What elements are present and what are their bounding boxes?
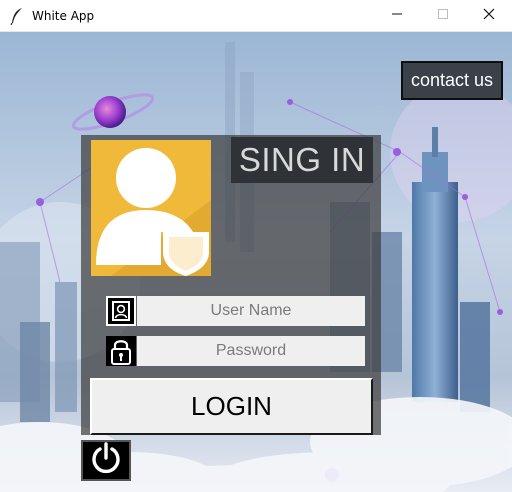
- close-icon: [483, 7, 495, 25]
- user-badge-icon: [106, 296, 136, 326]
- window-titlebar: White App: [0, 0, 512, 32]
- window-title: White App: [32, 9, 95, 23]
- contact-us-button[interactable]: contact us: [401, 61, 503, 100]
- minimize-button[interactable]: [374, 0, 420, 31]
- username-field[interactable]: [137, 296, 365, 326]
- login-button[interactable]: LOGIN: [90, 378, 373, 435]
- padlock-icon: [106, 336, 136, 366]
- user-shield-icon: [91, 140, 211, 276]
- password-field[interactable]: [137, 336, 365, 366]
- feather-icon: [10, 7, 24, 26]
- page-title: SING IN: [231, 137, 373, 183]
- maximize-button[interactable]: [420, 0, 466, 31]
- power-icon: [89, 441, 123, 480]
- minimize-icon: [391, 7, 403, 25]
- close-button[interactable]: [466, 0, 512, 31]
- power-button[interactable]: [81, 440, 131, 481]
- maximize-icon: [437, 7, 449, 25]
